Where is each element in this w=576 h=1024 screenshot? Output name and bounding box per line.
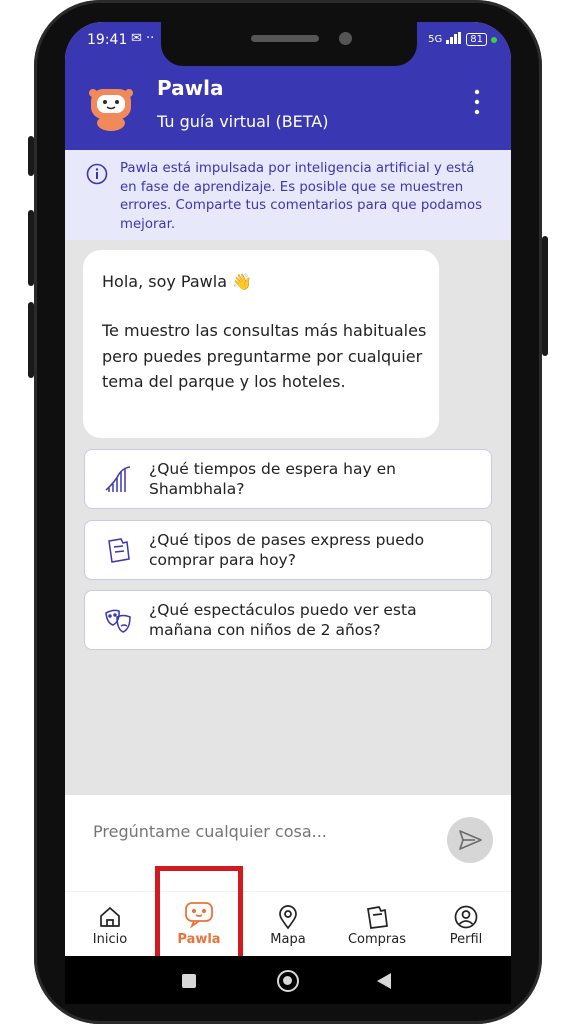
- suggestion-text: ¿Qué espectáculos puedo ver esta mañana …: [149, 601, 417, 639]
- mail-icon: ✉ ··: [131, 31, 155, 46]
- green-dot-icon: [491, 36, 497, 43]
- suggestion-text: ¿Qué tipos de pases express puedo compra…: [149, 531, 425, 569]
- battery-level: 81: [470, 34, 483, 45]
- phone-side-button: [28, 210, 34, 286]
- nav-label: Perfil: [449, 932, 483, 947]
- theater-masks-icon: [103, 605, 133, 635]
- battery-icon: 81: [466, 33, 487, 46]
- nav-item-compras[interactable]: Compras: [337, 892, 417, 956]
- phone-power-button: [542, 236, 548, 356]
- home-icon: [100, 907, 120, 927]
- message-text: Te muestro las consultas más habituales …: [102, 321, 427, 391]
- suggestion-text: ¿Qué tiempos de espera hay en Shambhala?: [149, 460, 396, 498]
- status-icons: 5G 81: [428, 32, 497, 47]
- front-camera-icon: [339, 32, 352, 45]
- rollercoaster-icon: [103, 464, 133, 494]
- nav-item-inicio[interactable]: Inicio: [70, 892, 150, 956]
- highlight-box: [155, 866, 243, 966]
- home-button[interactable]: [277, 970, 299, 992]
- disclaimer-text: Pawla está impulsada por inteligencia ar…: [120, 161, 483, 232]
- pawla-avatar: [83, 75, 139, 131]
- nav-label: Mapa: [270, 932, 306, 947]
- send-button[interactable]: [447, 817, 493, 863]
- ticket-icon: [103, 535, 133, 565]
- phone-side-button: [28, 302, 34, 378]
- tickets-icon: [367, 906, 388, 929]
- suggestion-wait-times[interactable]: ¿Qué tiempos de espera hay en Shambhala?: [84, 449, 492, 509]
- bottom-navigation: Inicio Pawla Mapa Compras Perfil: [65, 891, 511, 956]
- camera-notch: [161, 22, 417, 66]
- back-button[interactable]: [377, 973, 391, 989]
- suggestion-shows[interactable]: ¿Qué espectáculos puedo ver esta mañana …: [84, 590, 492, 650]
- chat-header: 19:41 ✉ ·· 5G 81 Pawla Tu guía virtual (…: [65, 22, 511, 150]
- page-subtitle: Tu guía virtual (BETA): [157, 112, 329, 131]
- home-dot-icon: [283, 976, 292, 985]
- status-time: 19:41: [87, 32, 128, 48]
- recent-apps-button[interactable]: [182, 974, 196, 988]
- message-composer: [65, 795, 511, 891]
- suggestion-express-passes[interactable]: ¿Qué tipos de pases express puedo compra…: [84, 520, 492, 580]
- greeting-text: Hola, soy Pawla 👋: [102, 272, 252, 291]
- status-bar: 19:41 ✉ ·· 5G 81: [65, 22, 511, 66]
- assistant-message-bubble: Hola, soy Pawla 👋 Te muestro las consult…: [83, 250, 439, 438]
- app-screen: 19:41 ✉ ·· 5G 81 Pawla Tu guía virtual (…: [65, 22, 511, 956]
- nav-item-perfil[interactable]: Perfil: [426, 892, 506, 956]
- nav-label: Compras: [347, 932, 407, 947]
- info-icon: [86, 163, 108, 185]
- ai-disclaimer-banner: Pawla está impulsada por inteligencia ar…: [65, 150, 511, 240]
- map-pin-icon: [279, 905, 297, 930]
- page-title: Pawla: [157, 76, 224, 100]
- nav-label: Inicio: [92, 932, 128, 947]
- android-navigation-bar: [65, 956, 511, 1004]
- send-icon: [459, 830, 482, 850]
- signal-icon: [446, 32, 462, 47]
- more-options-icon[interactable]: [467, 88, 487, 116]
- network-label: 5G: [428, 34, 443, 45]
- phone-side-button: [28, 136, 34, 176]
- nav-item-mapa[interactable]: Mapa: [248, 892, 328, 956]
- profile-icon: [454, 905, 478, 929]
- message-input[interactable]: [93, 822, 413, 841]
- speaker-icon: [251, 35, 319, 42]
